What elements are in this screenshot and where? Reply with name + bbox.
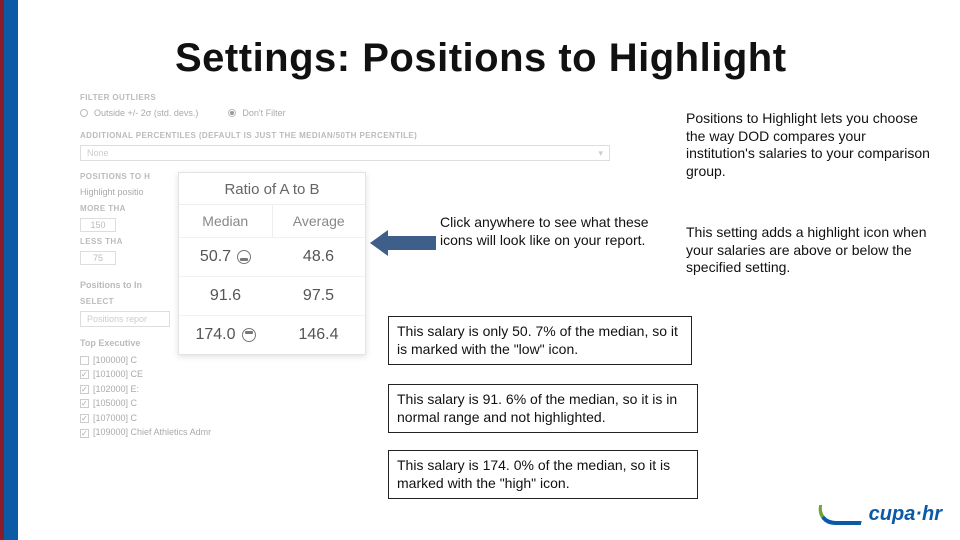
annotation-mid-salary: This salary is 91. 6% of the median, so … bbox=[388, 384, 698, 433]
row1-median: 91.6 bbox=[179, 287, 272, 305]
code-5: [109000] Chief Athletics Admr bbox=[93, 427, 211, 437]
cupa-hr-logo: cupa·hr bbox=[817, 503, 942, 526]
checkbox-1[interactable] bbox=[80, 370, 89, 379]
col-median: Median bbox=[179, 205, 272, 237]
row2-avg: 146.4 bbox=[272, 326, 365, 344]
radio-dont-filter-label: Don't Filter bbox=[242, 107, 285, 120]
positions-header: POSITIONS TO H bbox=[80, 171, 660, 182]
row1-avg: 97.5 bbox=[272, 287, 365, 305]
chevron-down-icon: ▾ bbox=[598, 147, 603, 160]
annotation-intro: Positions to Highlight lets you choose t… bbox=[686, 110, 936, 180]
low-icon bbox=[237, 250, 251, 264]
select-label: SELECT bbox=[80, 296, 660, 307]
checkbox-0[interactable] bbox=[80, 356, 89, 365]
logo-swoosh-icon bbox=[815, 505, 865, 525]
code-1: [101000] CE bbox=[93, 369, 143, 379]
select-value: Positions repor bbox=[87, 313, 147, 326]
popout-row-2: 174.0 146.4 bbox=[179, 315, 365, 354]
popout-column-headers: Median Average bbox=[179, 204, 365, 237]
row2-median: 174.0 bbox=[179, 326, 272, 344]
more-than-label: MORE THA bbox=[80, 203, 136, 214]
filter-outliers-header: FILTER OUTLIERS bbox=[80, 92, 660, 103]
less-than-input[interactable]: 75 bbox=[80, 251, 116, 265]
less-than-label: LESS THA bbox=[80, 236, 136, 247]
arrow-left-icon bbox=[370, 230, 436, 256]
annotation-low-salary: This salary is only 50. 7% of the median… bbox=[388, 316, 692, 365]
popout-header: Ratio of A to B bbox=[179, 173, 365, 204]
popout-row-1: 91.6 97.5 bbox=[179, 276, 365, 315]
radio-stddev-label: Outside +/- 2σ (std. devs.) bbox=[94, 107, 198, 120]
row0-median: 50.7 bbox=[179, 248, 272, 266]
checkbox-5[interactable] bbox=[80, 429, 89, 438]
percentiles-value: None bbox=[87, 147, 109, 160]
filter-outliers-options: Outside +/- 2σ (std. devs.) Don't Filter bbox=[80, 107, 660, 120]
page-title: Settings: Positions to Highlight bbox=[175, 36, 787, 81]
code-0: [100000] C bbox=[93, 355, 137, 365]
checkbox-4[interactable] bbox=[80, 414, 89, 423]
annotation-click-anywhere: Click anywhere to see what these icons w… bbox=[440, 214, 660, 249]
percentiles-header: ADDITIONAL PERCENTILES (DEFAULT IS JUST … bbox=[80, 130, 660, 141]
select-dropdown[interactable]: Positions repor bbox=[80, 311, 170, 327]
col-average: Average bbox=[272, 205, 366, 237]
checkbox-2[interactable] bbox=[80, 385, 89, 394]
checkbox-3[interactable] bbox=[80, 399, 89, 408]
annotation-setting: This setting adds a highlight icon when … bbox=[686, 224, 942, 277]
high-icon bbox=[242, 328, 256, 342]
code-2: [102000] E: bbox=[93, 384, 139, 394]
row0-avg: 48.6 bbox=[272, 248, 365, 266]
annotation-high-salary: This salary is 174. 0% of the median, so… bbox=[388, 450, 698, 499]
logo-text: cupa·hr bbox=[869, 503, 942, 526]
radio-dont-filter[interactable] bbox=[228, 109, 236, 117]
code-4: [107000] C bbox=[93, 413, 137, 423]
include-header: Positions to In bbox=[80, 279, 660, 292]
accent-bar-blue bbox=[4, 0, 18, 540]
popout-row-0: 50.7 48.6 bbox=[179, 237, 365, 276]
code-3: [105000] C bbox=[93, 398, 137, 408]
ratio-popout[interactable]: Ratio of A to B Median Average 50.7 48.6… bbox=[178, 172, 366, 355]
percentiles-dropdown[interactable]: None ▾ bbox=[80, 145, 610, 161]
radio-stddev[interactable] bbox=[80, 109, 88, 117]
positions-sub: Highlight positio bbox=[80, 186, 144, 199]
more-than-input[interactable]: 150 bbox=[80, 218, 116, 232]
